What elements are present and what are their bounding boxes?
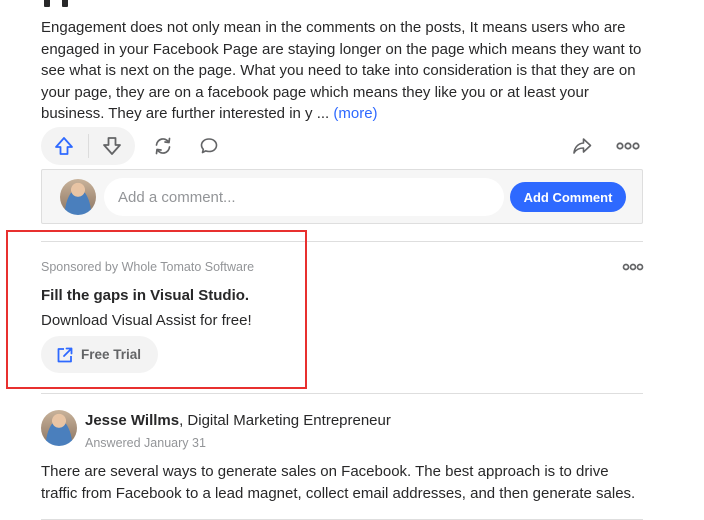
- comment-button[interactable]: [190, 127, 228, 165]
- reshare-icon: [155, 137, 171, 155]
- answer-header: Jesse Willms, Digital Marketing Entrepre…: [41, 408, 643, 450]
- previous-content-fragment: [44, 0, 84, 7]
- add-comment-button[interactable]: Add Comment: [510, 182, 626, 212]
- more-options-button[interactable]: [609, 127, 647, 165]
- answer-date[interactable]: Answered January 31: [85, 436, 206, 450]
- share-icon: [573, 138, 592, 154]
- more-link[interactable]: (more): [333, 105, 377, 122]
- more-options-icon: [616, 142, 640, 150]
- author-avatar[interactable]: [41, 410, 77, 446]
- upvote-icon: [55, 137, 74, 155]
- reshare-button[interactable]: [144, 127, 182, 165]
- current-user-avatar: [60, 179, 96, 215]
- post-body: Engagement does not only mean in the com…: [41, 17, 643, 125]
- free-trial-label: Free Trial: [81, 347, 142, 362]
- ad-title[interactable]: Fill the gaps in Visual Studio.: [41, 287, 249, 304]
- answer-body: There are several ways to generate sales…: [41, 463, 636, 502]
- author-credential: , Digital Marketing Entrepreneur: [179, 412, 391, 429]
- author-name[interactable]: Jesse Willms: [85, 412, 179, 429]
- upvote-button[interactable]: [41, 127, 88, 165]
- vote-group: [41, 127, 135, 165]
- ad-description: Download Visual Assist for free!: [41, 312, 252, 329]
- comment-input[interactable]: [104, 178, 504, 216]
- divider: [41, 393, 643, 394]
- ad-more-options-button[interactable]: [618, 257, 648, 277]
- external-link-icon: [57, 347, 73, 362]
- ad-more-options-icon: [622, 263, 644, 271]
- comment-composer: Add Comment: [41, 169, 643, 224]
- free-trial-button[interactable]: Free Trial: [41, 336, 158, 373]
- comment-icon: [200, 138, 218, 154]
- answer-author: Jesse Willms, Digital Marketing Entrepre…: [85, 412, 391, 429]
- downvote-button[interactable]: [88, 127, 135, 165]
- post-action-bar: [41, 127, 643, 165]
- share-button[interactable]: [563, 127, 601, 165]
- ad-sponsor-label: Sponsored by Whole Tomato Software: [41, 260, 255, 274]
- downvote-icon: [102, 137, 121, 155]
